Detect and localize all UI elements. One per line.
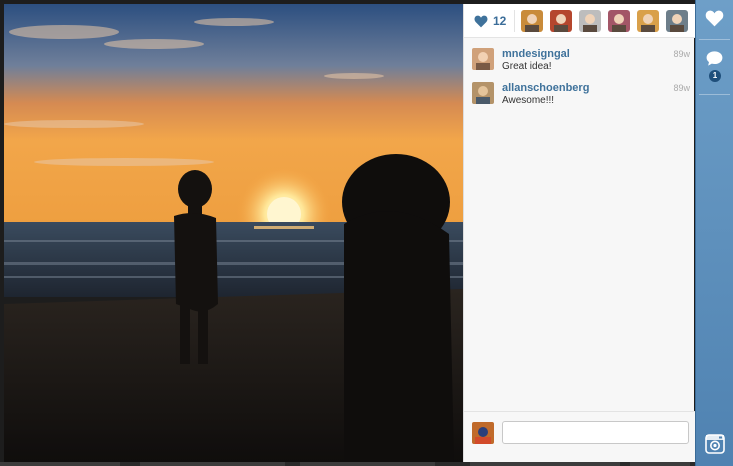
avatar[interactable] — [472, 48, 494, 70]
comment-username[interactable]: mndesigngal — [502, 48, 570, 60]
comment-text: Great idea! — [502, 61, 552, 72]
sunset-photo[interactable] — [4, 4, 463, 462]
liker-avatar[interactable] — [550, 10, 572, 32]
comment-item: allanschoenberg 89w Awesome!!! — [472, 82, 690, 118]
current-user-avatar — [472, 422, 494, 444]
instagram-camera-icon[interactable] — [705, 434, 725, 454]
liker-avatar[interactable] — [521, 10, 543, 32]
comment-text: Awesome!!! — [502, 95, 555, 106]
speech-bubble-icon — [706, 51, 723, 66]
liker-avatar[interactable] — [637, 10, 659, 32]
likes-divider — [514, 10, 515, 32]
like-count-button[interactable]: 12 — [474, 13, 506, 29]
comment-timestamp: 89w — [673, 49, 690, 59]
liker-avatar[interactable] — [608, 10, 630, 32]
like-button[interactable] — [696, 0, 733, 40]
comment-username[interactable]: allanschoenberg — [502, 82, 589, 94]
avatar[interactable] — [472, 82, 494, 104]
thumbnail-strip — [0, 462, 733, 466]
liker-avatar[interactable] — [666, 10, 688, 32]
comment-item: mndesigngal 89w Great idea! — [472, 48, 690, 84]
action-rail: 1 — [695, 0, 733, 466]
comment-input[interactable] — [502, 421, 689, 444]
rail-divider — [699, 94, 730, 95]
heart-icon — [474, 15, 488, 27]
likes-bar: 12 — [464, 4, 717, 38]
comments-panel: 12 mndesigngal 89w Great idea! allanscho… — [463, 4, 717, 462]
comment-composer — [464, 411, 695, 462]
like-count-label: 12 — [493, 14, 507, 28]
heart-icon — [705, 10, 724, 27]
comment-count-badge: 1 — [709, 70, 721, 82]
liker-avatar[interactable] — [579, 10, 601, 32]
comment-timestamp: 89w — [673, 83, 690, 93]
